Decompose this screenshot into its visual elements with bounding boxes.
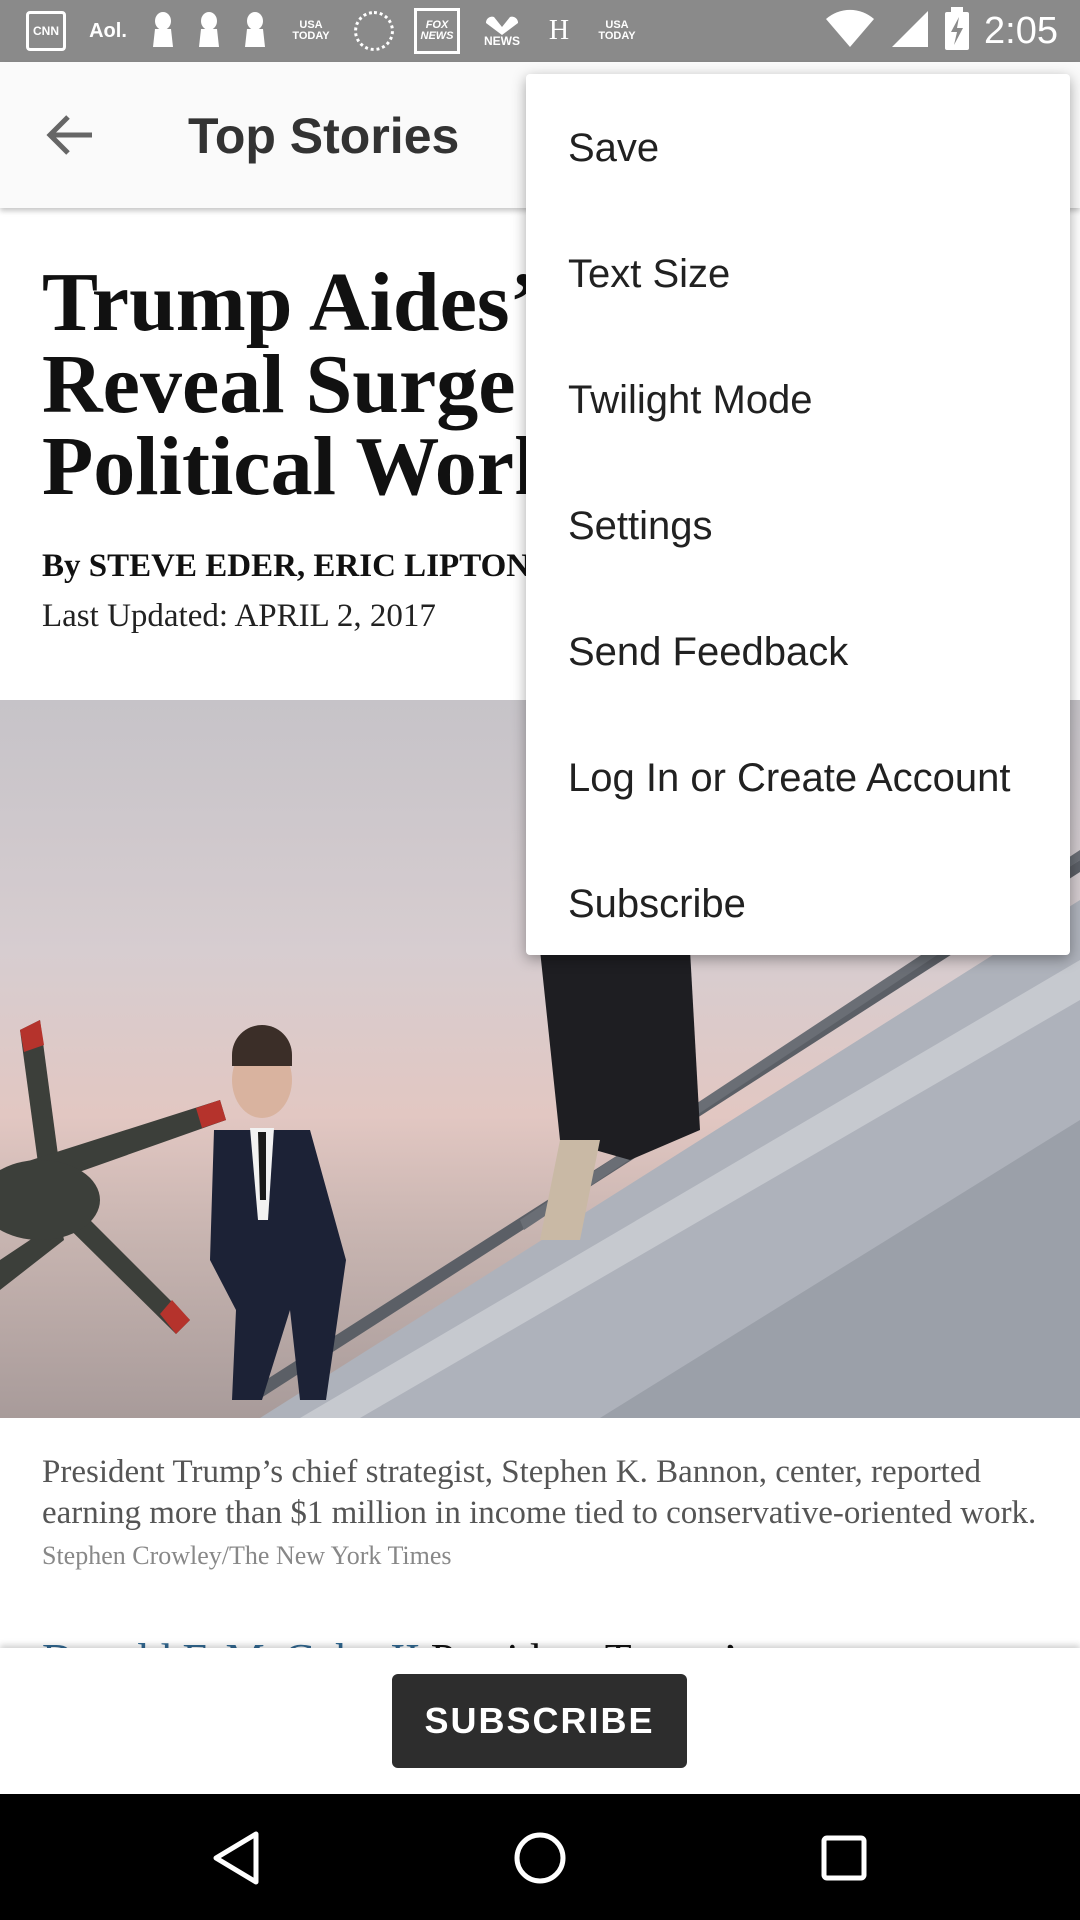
subscribe-bar: SUBSCRIBE	[0, 1648, 1080, 1794]
usa-today-icon: USA TODAY	[598, 19, 636, 42]
arrow-back-icon[interactable]	[40, 105, 100, 165]
fox-news-icon: FOX NEWS	[414, 8, 460, 54]
battery-charging-icon	[944, 6, 970, 56]
wheel-icon	[354, 11, 394, 51]
h-icon: H	[548, 15, 570, 46]
overflow-menu: Save Text Size Twilight Mode Settings Se…	[526, 74, 1070, 955]
status-time: 2:05	[984, 9, 1058, 52]
aol-icon: Aol.	[89, 20, 127, 42]
pin-icon	[150, 11, 176, 51]
signal-icon	[890, 9, 930, 54]
menu-item-text-size[interactable]: Text Size	[526, 211, 1070, 337]
menu-item-twilight-mode[interactable]: Twilight Mode	[526, 337, 1070, 463]
notification-icons: CNN Aol. USA TODAY FOX NEWS NEWS H USA T…	[26, 8, 640, 54]
status-bar: CNN Aol. USA TODAY FOX NEWS NEWS H USA T…	[0, 0, 1080, 62]
back-triangle-icon[interactable]	[200, 1822, 272, 1894]
system-status-icons: 2:05	[824, 6, 1058, 56]
page-title: Top Stories	[188, 108, 460, 164]
menu-item-login[interactable]: Log In or Create Account	[526, 715, 1070, 841]
menu-item-subscribe[interactable]: Subscribe	[526, 841, 1070, 967]
nbc-news-icon: NEWS	[480, 15, 524, 47]
menu-item-settings[interactable]: Settings	[526, 463, 1070, 589]
home-circle-icon[interactable]	[504, 1822, 576, 1894]
cnn-icon: CNN	[26, 11, 66, 51]
nbc-news-label: NEWS	[484, 34, 520, 48]
photo-caption: President Trump’s chief strategist, Step…	[42, 1452, 1042, 1576]
recents-square-icon[interactable]	[808, 1822, 880, 1894]
menu-item-send-feedback[interactable]: Send Feedback	[526, 589, 1070, 715]
wifi-icon	[824, 9, 876, 54]
pin-icon	[196, 11, 222, 51]
article-byline: By STEVE EDER, ERIC LIPTON	[42, 548, 531, 584]
usa-today-icon: USA TODAY	[292, 19, 330, 42]
system-nav-bar	[0, 1794, 1080, 1920]
photo-credit: Stephen Crowley/The New York Times	[42, 1541, 452, 1570]
menu-item-save[interactable]: Save	[526, 85, 1070, 211]
caption-text: President Trump’s chief strategist, Step…	[42, 1454, 1037, 1531]
pin-icon	[242, 11, 268, 51]
subscribe-button[interactable]: SUBSCRIBE	[392, 1674, 687, 1768]
article-updated: Last Updated: APRIL 2, 2017	[42, 598, 436, 634]
